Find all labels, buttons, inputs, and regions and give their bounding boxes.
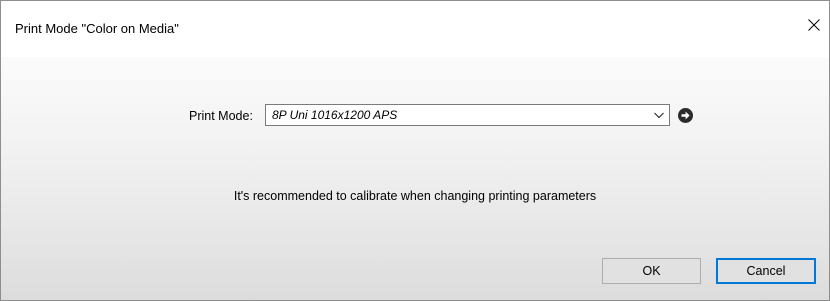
arrow-right-circle-icon[interactable] [677, 107, 694, 124]
print-mode-selected-value: 8P Uni 1016x1200 APS [272, 108, 398, 122]
print-mode-dialog: Print Mode "Color on Media" Print Mode: … [0, 0, 830, 301]
dialog-title: Print Mode "Color on Media" [15, 21, 179, 36]
title-bar: Print Mode "Color on Media" [1, 1, 829, 57]
close-icon [808, 19, 820, 31]
chevron-down-icon [654, 112, 664, 119]
print-mode-select[interactable]: 8P Uni 1016x1200 APS [265, 104, 670, 126]
close-button[interactable] [799, 11, 829, 39]
calibration-hint: It's recommended to calibrate when chang… [233, 189, 597, 203]
ok-button[interactable]: OK [602, 258, 701, 284]
cancel-button[interactable]: Cancel [716, 258, 816, 284]
dialog-body: Print Mode: 8P Uni 1016x1200 APS It's re… [1, 57, 829, 300]
print-mode-label: Print Mode: [189, 109, 253, 123]
